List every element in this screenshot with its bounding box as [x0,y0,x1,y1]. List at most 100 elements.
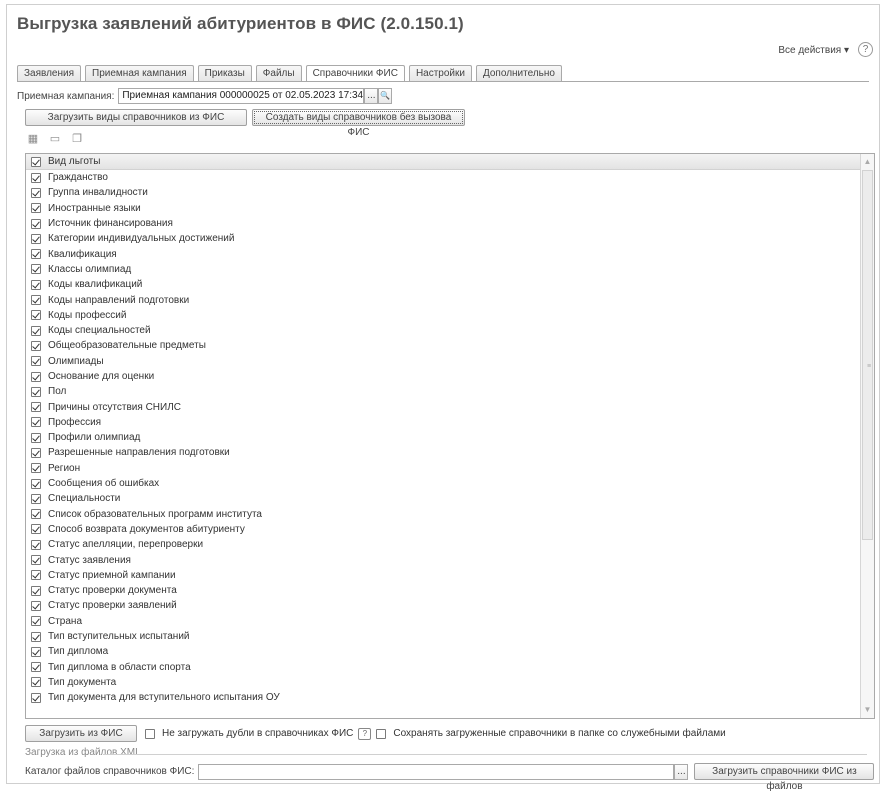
scroll-down-icon[interactable]: ▼ [861,703,874,717]
tab-additional[interactable]: Дополнительно [475,65,562,81]
save-loaded-option[interactable]: Сохранять загруженные справочники в папк… [376,728,726,739]
header-checkbox[interactable] [31,156,41,167]
list-item-checkbox[interactable] [31,646,41,657]
list-item[interactable]: Причины отсутствия СНИЛС [26,399,874,414]
list-item[interactable]: Тип диплома [26,644,874,659]
no-duplicates-option[interactable]: Не загружать дубли в справочниках ФИС [145,728,353,739]
list-item[interactable]: Категории индивидуальных достижений [26,231,874,247]
list-item[interactable]: Основание для оценки [26,369,874,384]
list-item-checkbox[interactable] [31,478,41,489]
list-item[interactable]: Коды специальностей [26,322,874,339]
help-icon[interactable]: ? [858,42,873,57]
list-item[interactable]: Коды направлений подготовки [26,292,874,308]
list-item-checkbox[interactable] [31,447,41,458]
list-item-checkbox[interactable] [31,631,41,642]
search-icon[interactable]: 🔍 [378,88,393,104]
check-all-icon[interactable]: ▦ [25,132,41,146]
list-item-checkbox[interactable] [31,279,41,290]
list-item[interactable]: Специальности [26,491,874,506]
tab-applications[interactable]: Заявления [17,65,82,81]
list-item[interactable]: Коды профессий [26,308,874,323]
copy-icon[interactable]: ❐ [69,132,85,146]
all-actions-menu[interactable]: Все действия ▾ [778,45,849,56]
list-item[interactable]: Гражданство [26,170,874,186]
list-item-checkbox[interactable] [31,662,41,673]
list-item[interactable]: Статус апелляции, перепроверки [26,537,874,553]
list-item-checkbox[interactable] [31,264,41,275]
load-from-fis-button[interactable]: Загрузить из ФИС [25,725,137,742]
list-item-checkbox[interactable] [31,692,41,703]
catalog-browse-button[interactable]: ... [674,763,689,780]
list-item[interactable]: Иностранные языки [26,200,874,216]
list-item-checkbox[interactable] [31,249,41,260]
list-item[interactable]: Тип документа для вступительного испытан… [26,690,874,706]
save-loaded-checkbox[interactable] [376,728,387,739]
campaign-field[interactable]: Приемная кампания 000000025 от 02.05.202… [118,88,365,104]
catalog-field[interactable] [198,763,675,780]
tab-orders[interactable]: Приказы [197,65,252,81]
list-item-checkbox[interactable] [31,600,41,611]
tab-settings[interactable]: Настройки [408,65,472,81]
list-item-checkbox[interactable] [31,432,41,443]
list-item-checkbox[interactable] [31,493,41,504]
list-item-checkbox[interactable] [31,295,41,306]
list-item[interactable]: Способ возврата документов абитуриенту [26,522,874,537]
list-item-checkbox[interactable] [31,386,41,397]
list-item-checkbox[interactable] [31,555,41,566]
list-item[interactable]: Статус приемной кампании [26,567,874,584]
no-duplicates-checkbox[interactable] [145,728,155,739]
uncheck-all-icon[interactable]: ▭ [47,132,63,146]
list-item[interactable]: Источник финансирования [26,216,874,231]
list-item[interactable]: Профессия [26,414,874,431]
list-item[interactable]: Коды квалификаций [26,277,874,292]
list-item[interactable]: Статус проверки документа [26,583,874,598]
list-item-checkbox[interactable] [31,356,41,367]
list-item[interactable]: Статус проверки заявлений [26,598,874,614]
campaign-select-button[interactable]: ... [364,88,379,104]
load-from-files-button[interactable]: Загрузить справочники ФИС из файлов [694,763,875,792]
list-item-checkbox[interactable] [31,325,41,336]
list-item-checkbox[interactable] [31,310,41,321]
list-item[interactable]: Разрешенные направления подготовки [26,445,874,461]
list-item-checkbox[interactable] [31,371,41,382]
list-item-checkbox[interactable] [31,233,41,244]
list-item[interactable]: Профили олимпиад [26,430,874,445]
list-item-checkbox[interactable] [31,509,41,520]
tab-files[interactable]: Файлы [255,65,302,81]
list-item[interactable]: Тип вступительных испытаний [26,628,874,645]
list-item-checkbox[interactable] [31,203,41,214]
list-item[interactable]: Олимпиады [26,353,874,369]
list-item-checkbox[interactable] [31,402,41,413]
list-item[interactable]: Регион [26,461,874,476]
list-item-checkbox[interactable] [31,172,41,183]
tab-fis-directories[interactable]: Справочники ФИС [305,65,405,82]
list-item-checkbox[interactable] [31,187,41,198]
load-types-from-fis-button[interactable]: Загрузить виды справочников из ФИС [25,109,247,126]
list-item[interactable]: Группа инвалидности [26,185,874,200]
create-types-without-fis-button[interactable]: Создать виды справочников без вызова ФИС [252,109,465,138]
list-item[interactable]: Сообщения об ошибках [26,475,874,492]
list-item[interactable]: Общеобразовательные предметы [26,338,874,353]
list-item[interactable]: Статус заявления [26,552,874,567]
list-item[interactable]: Квалификация [26,246,874,261]
list-item-checkbox[interactable] [31,616,41,627]
list-item-checkbox[interactable] [31,218,41,229]
list-item-checkbox[interactable] [31,539,41,550]
list-item-checkbox[interactable] [31,585,41,596]
list-scrollbar[interactable]: ▲ ≡ ▼ [860,154,874,718]
list-item-checkbox[interactable] [31,677,41,688]
list-item-checkbox[interactable] [31,417,41,428]
list-item-checkbox[interactable] [31,524,41,535]
list-item[interactable]: Тип диплома в области спорта [26,659,874,675]
help-icon[interactable]: ? [358,727,372,740]
list-item[interactable]: Страна [26,614,874,629]
list-item[interactable]: Пол [26,384,874,400]
list-item[interactable]: Список образовательных программ институт… [26,506,874,522]
tab-admission-campaign[interactable]: Приемная кампания [85,65,194,81]
list-item-checkbox[interactable] [31,340,41,351]
list-item[interactable]: Тип документа [26,675,874,690]
scroll-up-icon[interactable]: ▲ [861,155,874,169]
list-item-checkbox[interactable] [31,463,41,474]
scroll-thumb[interactable]: ≡ [862,170,873,540]
list-item-checkbox[interactable] [31,570,41,581]
